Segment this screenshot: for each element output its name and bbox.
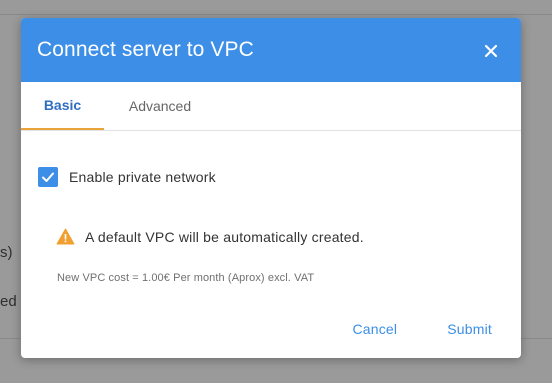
close-button[interactable] [481, 41, 501, 61]
checkmark-icon [42, 172, 54, 182]
submit-button[interactable]: Submit [447, 321, 492, 337]
dialog-actions: Cancel Submit [352, 321, 492, 337]
enable-private-network-label: Enable private network [69, 169, 216, 185]
tab-basic[interactable]: Basic [21, 82, 104, 130]
warning-text: A default VPC will be automatically crea… [85, 228, 364, 245]
background-divider [0, 14, 552, 15]
dialog-body: Enable private network A default VPC wil… [21, 131, 521, 358]
background-text-fragment: s) [0, 244, 13, 261]
vpc-cost-note: New VPC cost = 1.00€ Per month (Aprox) e… [57, 272, 315, 284]
tab-advanced[interactable]: Advanced [104, 82, 216, 129]
dialog-header: Connect server to VPC [21, 18, 521, 82]
cancel-button[interactable]: Cancel [352, 321, 397, 337]
enable-private-network-option[interactable]: Enable private network [38, 167, 216, 187]
close-icon [484, 44, 498, 58]
warning-message: A default VPC will be automatically crea… [56, 228, 364, 245]
connect-vpc-dialog: Connect server to VPC Basic Advanced Ena… [21, 18, 521, 358]
dialog-title: Connect server to VPC [37, 38, 254, 61]
dialog-tabs: Basic Advanced [21, 82, 521, 131]
warning-icon [56, 228, 75, 245]
enable-private-network-checkbox[interactable] [38, 167, 58, 187]
